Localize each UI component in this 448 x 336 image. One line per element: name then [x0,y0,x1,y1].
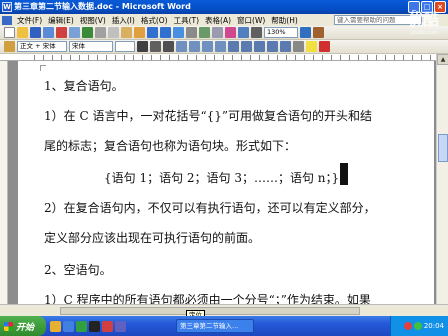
styles-pane-icon[interactable] [4,41,15,52]
zoom-select[interactable]: 130% [264,27,298,38]
excel-icon[interactable] [199,27,210,38]
doc-code-line: {语句 1；语句 2；语句 3；……；语句 n；} [104,171,340,185]
vertical-scrollbar[interactable]: ▲ [436,54,448,304]
quicklaunch-icon[interactable] [115,320,126,332]
hyperlink-icon[interactable] [173,27,184,38]
font-color-icon[interactable] [319,41,330,52]
menu-format[interactable]: 格式(O) [138,15,171,26]
columns-icon[interactable] [212,27,223,38]
menu-tools[interactable]: 工具(T) [171,15,202,26]
menu-view[interactable]: 视图(V) [77,15,109,26]
quick-launch [50,320,126,332]
doc-paragraph: 2）在复合语句内，不仅可以有执行语句，还可以有定义部分， [44,201,376,215]
title-bar[interactable]: W 第三章第二节输入数据.doc - Microsoft Word _ □ × [0,0,448,14]
quicklaunch-icon[interactable] [89,320,100,332]
highlight-icon[interactable] [306,41,317,52]
spelling-icon[interactable] [82,27,93,38]
doc-heading-empty: 2、空语句。 [44,263,112,277]
vertical-ruler[interactable] [0,61,8,304]
justify-icon[interactable] [215,41,226,52]
doc-paragraph: 定义部分应该出现在可执行语句的前面。 [44,231,261,245]
document-page[interactable]: 1、复合语句。 1）在 C 语言中，一对花括号“{}”可用做复合语句的开头和结 … [18,61,434,304]
doc-paragraph: 尾的标志；复合语句也称为语句块。形式如下： [44,139,297,153]
system-tray: 20:04 [390,316,448,336]
horizontal-scrollbar[interactable] [0,304,448,316]
margin-corner-mark [40,65,46,71]
style-select[interactable]: 正文 + 宋体 [17,41,67,52]
text-cursor [340,163,348,185]
taskbar-word-button[interactable]: 第三章第二节输入... [176,319,254,333]
permission-icon[interactable] [43,27,54,38]
copy-icon[interactable] [108,27,119,38]
menu-file[interactable]: 文件(F) [14,15,45,26]
cut-icon[interactable] [95,27,106,38]
tray-icon[interactable] [403,322,412,330]
open-folder-icon[interactable] [17,27,28,38]
align-left-icon[interactable] [176,41,187,52]
paste-icon[interactable] [121,27,132,38]
underline-icon[interactable] [163,41,174,52]
menu-insert[interactable]: 插入(I) [109,15,138,26]
quicklaunch-icon[interactable] [63,320,74,332]
format-painter-icon[interactable] [134,27,145,38]
decrease-indent-icon[interactable] [267,41,278,52]
doc-heading-compound: 1、复合语句。 [44,79,124,93]
quicklaunch-icon[interactable] [76,320,87,332]
drawing-icon[interactable] [225,27,236,38]
increase-indent-icon[interactable] [280,41,291,52]
table-icon[interactable] [186,27,197,38]
menu-table[interactable]: 表格(A) [202,15,234,26]
word-app-icon[interactable]: W [2,2,12,12]
bold-icon[interactable] [137,41,148,52]
formatting-toolbar: 正文 + 宋体 宋体 [0,40,448,54]
help-icon[interactable] [300,27,311,38]
save-icon[interactable] [30,27,41,38]
youku-watermark-logo: 优酷 youku.com [407,10,439,36]
menu-edit[interactable]: 编辑(E) [45,15,77,26]
print-icon[interactable] [56,27,67,38]
doc-map-icon[interactable] [238,27,249,38]
border-icon[interactable] [293,41,304,52]
document-workspace: 1、复合语句。 1）在 C 语言中，一对花括号“{}”可用做复合语句的开头和结 … [8,61,436,304]
scroll-thumb[interactable] [438,134,448,162]
menu-help[interactable]: 帮助(H) [268,15,301,26]
doc-paragraph: 1）C 程序中的所有语句都必须由一个分号“；”作为结束。如果 [44,293,371,304]
font-size-select[interactable] [115,41,135,52]
quicklaunch-icon[interactable] [102,320,113,332]
bullets-icon[interactable] [254,41,265,52]
new-doc-icon[interactable] [4,27,15,38]
italic-icon[interactable] [150,41,161,52]
print-preview-icon[interactable] [69,27,80,38]
doc-paragraph: 1）在 C 语言中，一对花括号“{}”可用做复合语句的开头和结 [44,109,372,123]
font-select[interactable]: 宋体 [69,41,113,52]
start-button[interactable]: 开始 [0,316,46,336]
align-center-icon[interactable] [189,41,200,52]
document-menu-icon[interactable] [2,15,12,25]
clock: 20:04 [423,322,444,330]
redo-icon[interactable] [160,27,171,38]
standard-toolbar: 130% [0,26,448,40]
align-right-icon[interactable] [202,41,213,52]
windows-flag-icon [4,321,13,331]
numbering-icon[interactable] [241,41,252,52]
taskbar: 开始 第三章第二节输入... 20:04 [0,316,448,336]
line-spacing-icon[interactable] [228,41,239,52]
scroll-up-icon[interactable]: ▲ [437,54,448,65]
quicklaunch-icon[interactable] [50,320,61,332]
read-mode-icon[interactable] [313,27,324,38]
menu-window[interactable]: 窗口(W) [234,15,268,26]
window-title: 第三章第二节输入数据.doc - Microsoft Word [14,2,191,11]
show-marks-icon[interactable] [251,27,262,38]
horizontal-ruler[interactable] [0,54,448,61]
undo-icon[interactable] [147,27,158,38]
word-window: W 第三章第二节输入数据.doc - Microsoft Word _ □ × … [0,0,448,316]
tray-icon[interactable] [413,322,422,330]
